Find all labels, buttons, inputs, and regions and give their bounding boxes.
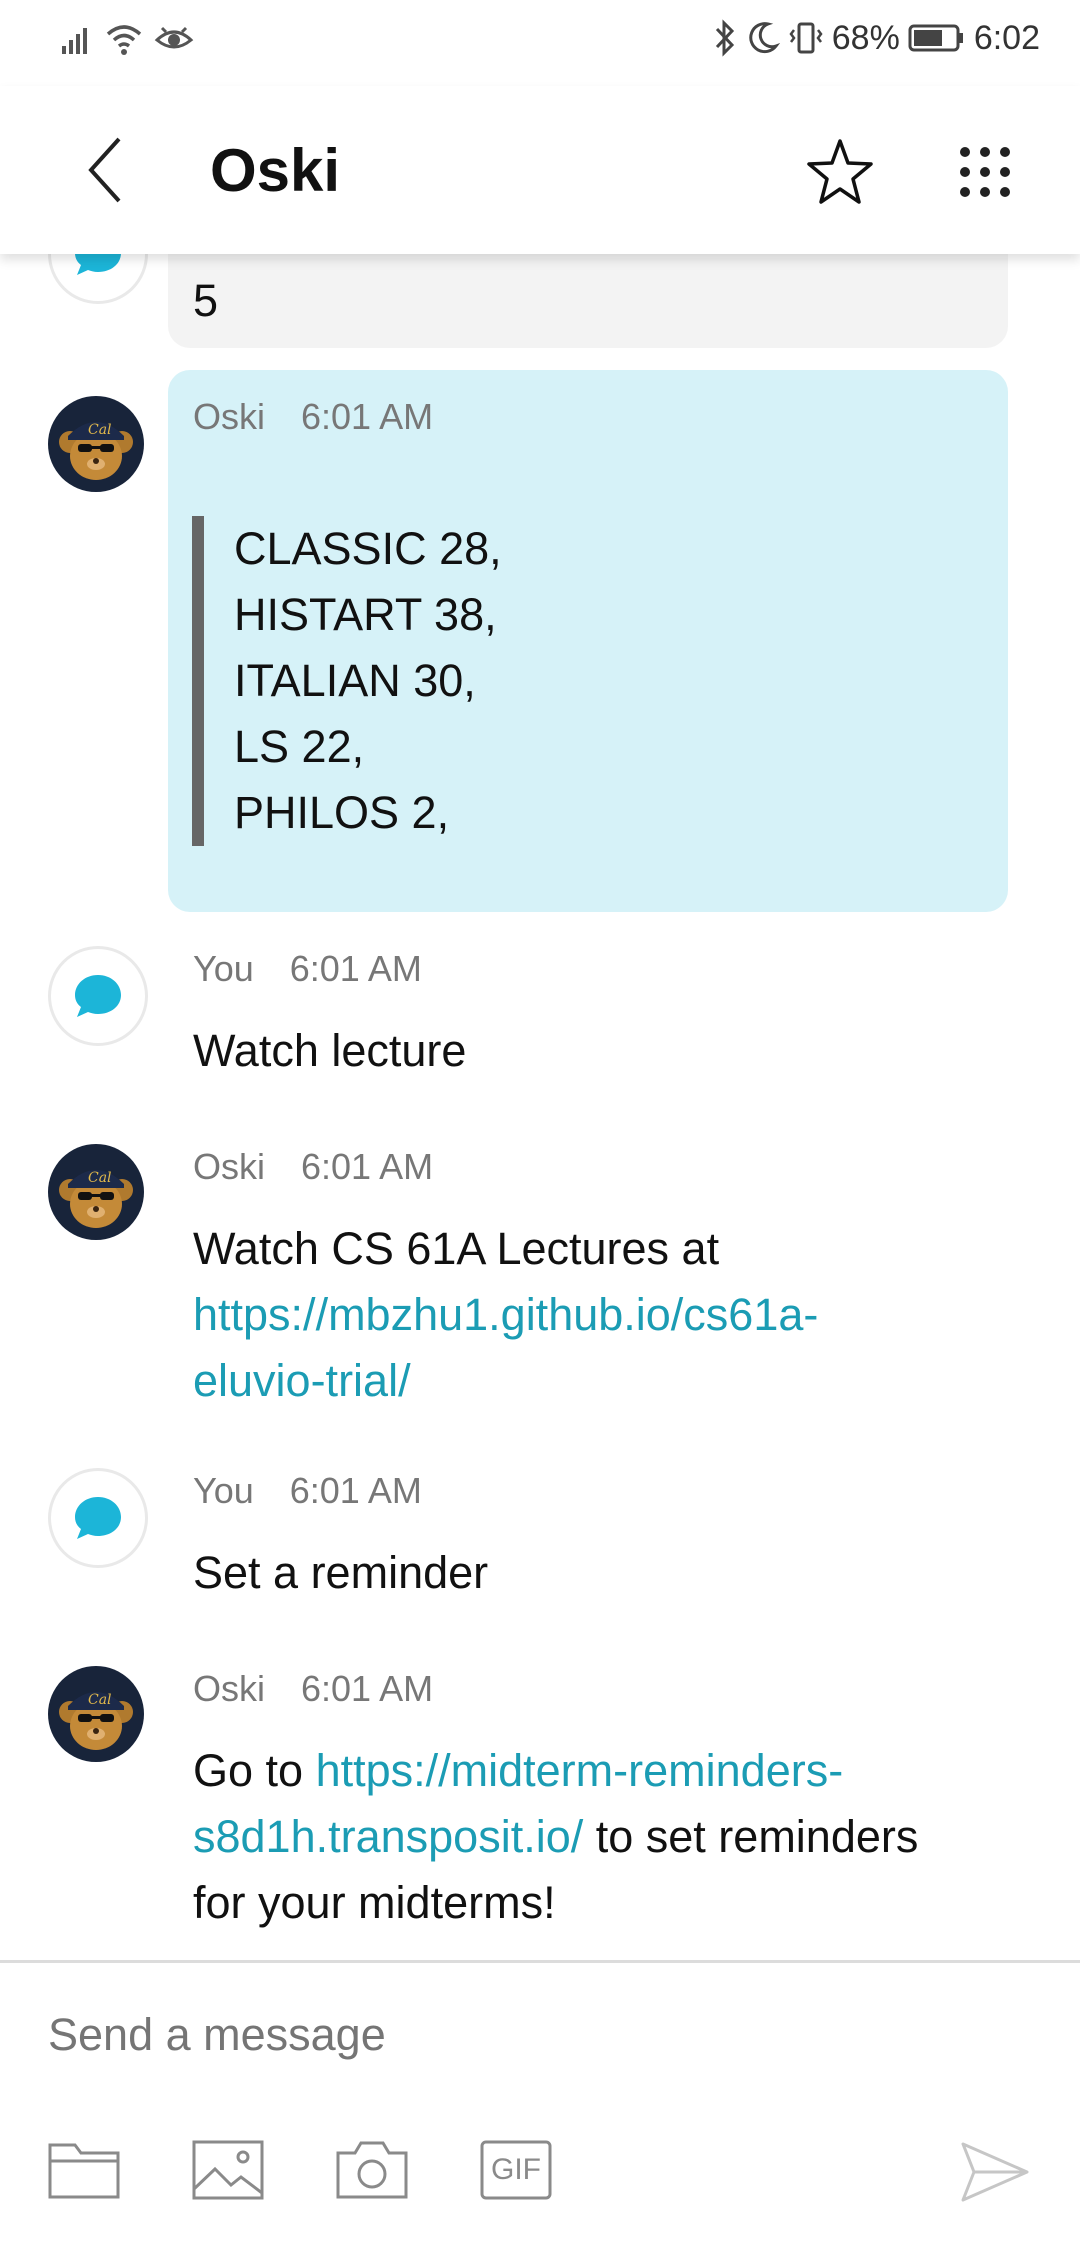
- message-link[interactable]: https://mbzhu1.github.io/cs61a- eluvio-t…: [193, 1282, 1003, 1414]
- battery-icon: [908, 24, 963, 52]
- bear-mascot-icon: Cal: [59, 1170, 133, 1228]
- message-text: Go to https://midterm-reminders- s8d1h.t…: [193, 1738, 1003, 1936]
- avatar: Cal: [48, 1666, 144, 1762]
- message-line: Watch CS 61A Lectures at: [193, 1223, 720, 1274]
- status-left: [60, 22, 194, 56]
- message-meta: You 6:01 AM: [193, 1470, 422, 1512]
- battery-percent: 68%: [831, 18, 900, 57]
- message-meta: Oski 6:01 AM: [193, 1146, 433, 1188]
- quote-line: LS 22,: [234, 721, 365, 772]
- image-icon: [192, 2140, 264, 2200]
- star-outline-icon: [807, 139, 873, 204]
- gif-label: GIF: [491, 2153, 541, 2186]
- favorite-button[interactable]: [800, 132, 880, 212]
- status-right: 68% 6:02: [712, 18, 1040, 58]
- avatar: [48, 254, 148, 304]
- eye-icon: [154, 26, 194, 49]
- quote-line: ITALIAN 30,: [234, 655, 476, 706]
- vibrate-icon: [789, 22, 823, 54]
- sender-name: You: [193, 1470, 254, 1511]
- chat-bubble-icon: [75, 1497, 121, 1539]
- sender-name: Oski: [193, 396, 265, 437]
- message-text: Set a reminder: [193, 1547, 489, 1598]
- chat-bubble-icon: [75, 975, 121, 1017]
- timestamp: 6:01 AM: [289, 1470, 422, 1511]
- send-icon: [961, 2142, 1029, 2202]
- page-title: Oski: [210, 137, 341, 204]
- bear-mascot-icon: Cal: [59, 1692, 133, 1750]
- link-line: eluvio-trial/: [193, 1355, 411, 1406]
- message-input[interactable]: [48, 2000, 948, 2070]
- attach-file-button[interactable]: [44, 2130, 124, 2210]
- svg-text:Cal: Cal: [88, 1692, 112, 1708]
- message-line: s8d1h.transposit.io/ to set reminders: [193, 1804, 1003, 1870]
- timestamp: 6:01 AM: [301, 1668, 434, 1709]
- message-segment: Go to: [193, 1745, 316, 1796]
- attach-image-button[interactable]: [188, 2130, 268, 2210]
- sender-name: You: [193, 948, 254, 989]
- sender-name: Oski: [193, 1146, 265, 1187]
- quote-line: HISTART 38,: [234, 589, 497, 640]
- message-line: Go to https://midterm-reminders-: [193, 1738, 1003, 1804]
- chat-bubble-icon: [75, 254, 121, 275]
- svg-text:Cal: Cal: [88, 422, 112, 438]
- message-link[interactable]: https://midterm-reminders-: [316, 1745, 844, 1796]
- message-list[interactable]: 5 Cal Oski 6:01 AM CLASSIC 28, HISTART 38…: [0, 254, 1080, 1960]
- avatar: Cal: [48, 1144, 144, 1240]
- status-bar: 68% 6:02: [0, 0, 1080, 86]
- wifi-icon: [106, 25, 142, 55]
- gif-button[interactable]: GIF: [476, 2130, 556, 2210]
- avatar: [48, 946, 148, 1046]
- message-link[interactable]: s8d1h.transposit.io/: [193, 1811, 583, 1862]
- timestamp: 6:01 AM: [289, 948, 422, 989]
- message-meta: Oski 6:01 AM: [193, 396, 433, 438]
- clock: 6:02: [973, 18, 1040, 57]
- message-text: Watch lecture: [193, 1025, 467, 1076]
- signal-icon: [62, 28, 87, 54]
- sender-name: Oski: [193, 1668, 265, 1709]
- message-line: for your midterms!: [193, 1877, 556, 1928]
- message-meta: You 6:01 AM: [193, 948, 422, 990]
- quote-line: PHILOS 2,: [234, 787, 450, 838]
- message-text: 5: [193, 275, 219, 326]
- avatar: [48, 1468, 148, 1568]
- camera-icon: [336, 2141, 408, 2199]
- link-line: https://mbzhu1.github.io/cs61a-: [193, 1289, 819, 1340]
- quote-line: CLASSIC 28,: [234, 523, 502, 574]
- bluetooth-icon: [715, 19, 734, 57]
- composer-divider: [0, 1960, 1080, 1963]
- message-text: Watch CS 61A Lectures at https://mbzhu1.…: [193, 1216, 1003, 1414]
- chevron-left-icon: [88, 137, 121, 203]
- svg-text:Cal: Cal: [88, 1170, 112, 1186]
- message-segment: to set reminders: [583, 1811, 919, 1862]
- avatar: Cal: [48, 396, 144, 492]
- send-button[interactable]: [955, 2132, 1035, 2212]
- blockquote: CLASSIC 28, HISTART 38, ITALIAN 30, LS 2…: [192, 516, 792, 846]
- moon-icon: [749, 22, 780, 54]
- camera-button[interactable]: [332, 2130, 412, 2210]
- apps-grid-icon: [960, 147, 1010, 197]
- bear-mascot-icon: Cal: [59, 422, 133, 480]
- menu-button[interactable]: [945, 132, 1025, 212]
- folder-icon: [48, 2143, 120, 2199]
- timestamp: 6:01 AM: [301, 396, 434, 437]
- chat-header: Oski: [0, 86, 1080, 254]
- message-meta: Oski 6:01 AM: [193, 1668, 433, 1710]
- timestamp: 6:01 AM: [301, 1146, 434, 1187]
- back-button[interactable]: [70, 130, 140, 210]
